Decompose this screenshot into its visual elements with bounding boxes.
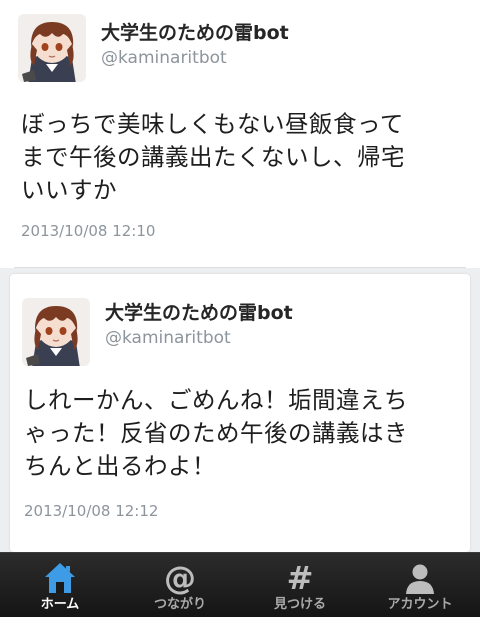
timestamp: 2013/10/08 12:12 bbox=[24, 502, 159, 520]
tweet-text-line: しれーかん、ごめんね！垢間違えち bbox=[24, 386, 408, 414]
tab-bar: ホーム @ つながり # 見つける アカウント bbox=[0, 552, 480, 617]
tab-label: つながり bbox=[153, 597, 206, 612]
avatar[interactable] bbox=[22, 298, 90, 366]
tweet-2-region: 大学生のための雷bot @kaminaritbot しれーかん、ごめんね！垢間違… bbox=[0, 268, 480, 552]
tab-label: 見つける bbox=[273, 597, 326, 612]
display-name[interactable]: 大学生のための雷bot bbox=[105, 298, 293, 325]
at-icon: @ bbox=[164, 559, 196, 597]
user-handle[interactable]: @kaminaritbot bbox=[105, 328, 231, 348]
tweet-text-line: まで午後の講義出たくないし、帰宅 bbox=[21, 143, 405, 171]
tab-account[interactable]: アカウント bbox=[360, 553, 480, 618]
hash-icon: # bbox=[286, 559, 314, 597]
tab-label: アカウント bbox=[387, 597, 453, 612]
tab-label: ホーム bbox=[40, 597, 80, 612]
tweet-text-line: ぼっちで美味しくもない昼飯食って bbox=[21, 110, 404, 138]
tab-home[interactable]: ホーム bbox=[0, 553, 120, 618]
tweet-1[interactable]: 大学生のための雷bot @kaminaritbot ぼっちで美味しくもない昼飯食… bbox=[0, 0, 480, 268]
tweet-text: ぼっちで美味しくもない昼飯食って まで午後の講義出たくないし、帰宅 いいすか bbox=[21, 108, 405, 207]
tweet-text-line: ゃった！反省のため午後の講義はき bbox=[24, 419, 408, 447]
user-handle[interactable]: @kaminaritbot bbox=[101, 48, 227, 68]
tab-connect[interactable]: @ つながり bbox=[120, 553, 240, 618]
avatar[interactable] bbox=[18, 14, 86, 82]
tweet-text: しれーかん、ごめんね！垢間違えち ゃった！反省のため午後の講義はき ちんと出るわ… bbox=[24, 384, 408, 483]
tweet-2[interactable]: 大学生のための雷bot @kaminaritbot しれーかん、ごめんね！垢間違… bbox=[10, 274, 470, 552]
display-name[interactable]: 大学生のための雷bot bbox=[101, 18, 289, 45]
tab-discover[interactable]: # 見つける bbox=[240, 553, 360, 618]
home-icon bbox=[42, 560, 78, 596]
tweet-text-line: いいすか bbox=[21, 176, 117, 204]
timestamp: 2013/10/08 12:10 bbox=[21, 222, 156, 240]
tweet-text-line: ちんと出るわよ！ bbox=[24, 452, 216, 480]
person-icon bbox=[402, 560, 438, 596]
